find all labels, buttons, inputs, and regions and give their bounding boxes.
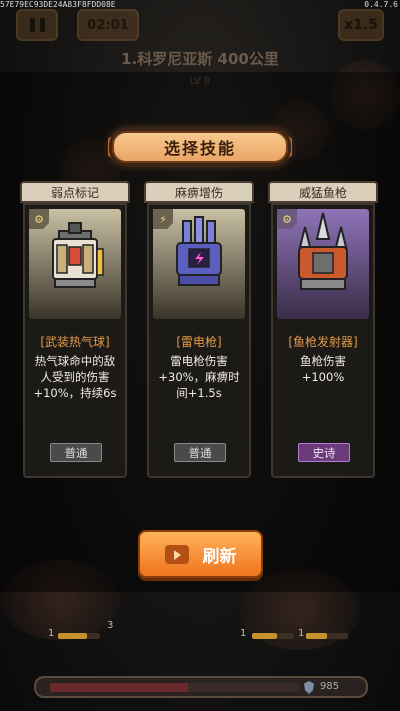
item-name: [武装热气球]	[40, 335, 110, 349]
item-name: [鱼枪发射器]	[288, 335, 358, 349]
weapon-slot-bar	[306, 633, 348, 639]
card-body: ⚙ [武装热气球] 热气球命中的敌人受到的伤害+10%，持续6s 普通	[23, 203, 127, 478]
card-art: ⚡	[153, 209, 245, 319]
weapon-slot-bar	[252, 633, 294, 639]
health-value: 985	[320, 681, 340, 692]
rarity-badge: 普通	[174, 443, 226, 462]
speed-button[interactable]: x1.5	[338, 9, 384, 41]
rarity-badge: 普通	[50, 443, 102, 462]
rarity-badge: 史诗	[298, 443, 350, 462]
item-description: 鱼枪伤害+100%	[300, 354, 346, 384]
build-id-text: 57E79EC93DE24A83F8FDD08E	[0, 0, 116, 9]
slot-value: 3	[107, 620, 114, 631]
card-art: ⚙	[29, 209, 121, 319]
gear-icon: ⚙	[29, 209, 49, 229]
skill-card-harpoon[interactable]: 威猛鱼枪 ⚙ [鱼枪发射器] 鱼枪伤害+100% 史诗	[268, 181, 378, 478]
item-name: [雷电枪]	[176, 335, 222, 349]
weapon-slot-bar	[58, 633, 100, 639]
card-tab: 麻痹增伤	[144, 181, 254, 203]
refresh-label: 刷新	[202, 546, 237, 567]
card-art: ⚙	[277, 209, 369, 319]
lightning-icon: ⚡	[153, 209, 173, 229]
version-text: 0.4.7.6	[364, 0, 398, 9]
select-skill-title: 选择技能	[112, 131, 288, 163]
card-tab: 威猛鱼枪	[268, 181, 378, 203]
pause-icon	[29, 18, 35, 32]
timer-display: 02:01	[77, 9, 139, 41]
card-body: ⚡ [雷电枪] 雷电枪伤害+30%，麻痹时间+1.5s 普通	[147, 203, 251, 478]
base-health-bar: 985	[34, 676, 368, 698]
pause-icon-bar	[39, 18, 45, 32]
skill-card-paralysis[interactable]: 麻痹增伤 ⚡ [雷电枪] 雷电枪伤害+30%，麻痹时间+1.5s 普通	[144, 181, 254, 478]
slot-value: 1	[298, 628, 305, 639]
slot-value: 1	[48, 628, 55, 639]
video-ad-icon	[164, 544, 189, 564]
health-fill	[50, 683, 188, 692]
item-description: 热气球命中的敌人受到的伤害+10%，持续6s	[33, 354, 117, 400]
item-description: 雷电枪伤害+30%，麻痹时间+1.5s	[158, 354, 240, 400]
slot-value: 1	[240, 628, 247, 639]
skill-card-weak-point[interactable]: 弱点标记 ⚙ [武装热气球] 热气球命中的敌人受到的伤害+10%，持续6s 普通	[20, 181, 130, 478]
card-body: ⚙ [鱼枪发射器] 鱼枪伤害+100% 史诗	[271, 203, 375, 478]
shield-icon	[304, 681, 314, 694]
card-tab: 弱点标记	[20, 181, 130, 203]
stage-title: 1.科罗尼亚斯 400公里	[121, 50, 279, 68]
gear-icon: ⚙	[277, 209, 297, 229]
health-track	[50, 683, 300, 692]
pause-button[interactable]	[16, 9, 58, 41]
refresh-button[interactable]: 刷新	[138, 530, 263, 578]
